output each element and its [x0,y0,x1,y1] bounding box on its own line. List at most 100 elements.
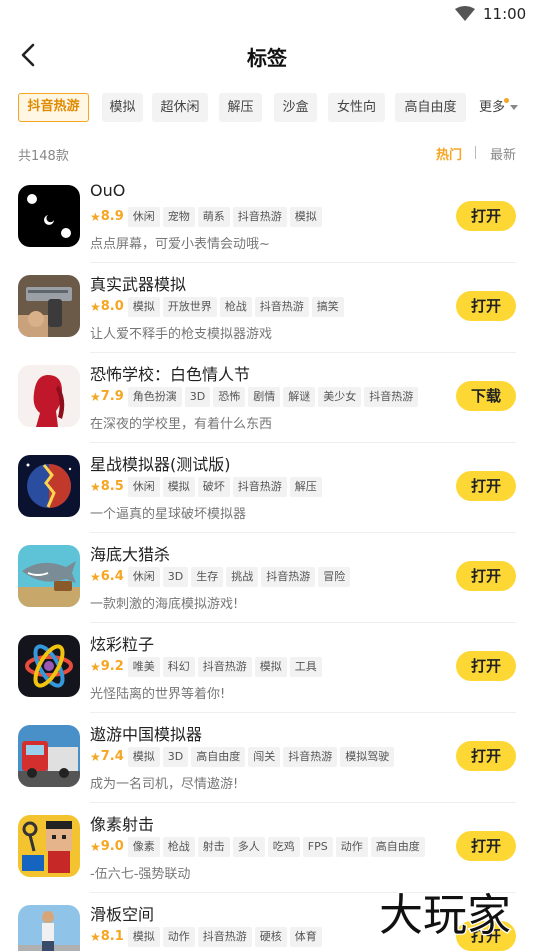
open-button[interactable]: 打开 [456,561,516,591]
game-tag: 动作 [335,836,368,857]
star-icon: ★ [90,209,101,224]
status-bar: 11:00 [0,0,534,30]
game-tag: 硬核 [254,926,287,947]
exploding-planet-icon [18,455,80,517]
game-tag: 抖音热游 [232,206,287,227]
tag-filter-bar: 抖音热游 模拟 超休闲 解压 沙盒 女性向 高自由度 更多 [18,93,528,123]
game-score: 9.0 [100,839,124,854]
game-tag: 抖音热游 [254,296,309,317]
game-score: 7.4 [100,749,124,764]
game-score: 8.0 [100,299,124,314]
header: 标签 [0,30,534,78]
new-dot-icon [504,98,509,103]
skater-icon [18,905,80,951]
list-item[interactable]: 像素射击 ★9.0 像素 枪战 射击 多人 吃鸡 FPS 动作 高自由度 -伍六七-强势联动 打… [0,803,534,893]
game-tag: 萌系 [197,206,230,227]
wifi-icon [455,6,475,21]
game-description: 光怪陆离的世界等着你! [90,687,226,702]
game-tag: 3D [162,746,189,767]
girl-silhouette-icon [18,365,80,427]
tag-high-freedom[interactable]: 高自由度 [395,93,466,122]
tag-douyin-hot[interactable]: 抖音热游 [18,93,89,122]
tag-simulation[interactable]: 模拟 [102,93,143,122]
status-time: 11:00 [483,5,527,23]
game-description: 成为一名司机，尽情遨游! [90,777,239,792]
watermark-logo: 大玩家 [378,889,513,943]
game-tag: 搞笑 [311,296,344,317]
star-icon: ★ [90,479,101,494]
game-meta: ★7.4 模拟 3D 高自由度 闯关 抖音热游 模拟驾驶 [90,746,397,767]
list-item[interactable]: 炫彩粒子 ★9.2 唯美 科幻 抖音热游 模拟 工具 光怪陆离的世界等着你! 打开 [0,623,534,713]
result-count: 共148款 [18,149,69,164]
list-item[interactable]: OuO ★8.9 休闲 宠物 萌系 抖音热游 模拟 点点屏幕，可爱小表情会动哦~ 打开 [0,173,534,263]
game-tag: 抖音热游 [232,476,287,497]
game-meta: ★8.1 模拟 动作 抖音热游 硬核 体育 [90,926,325,947]
game-score: 9.2 [100,659,124,674]
list-item[interactable]: 真实武器模拟 ★8.0 模拟 开放世界 枪战 抖音热游 搞笑 让人爱不释手的枪支模拟器游戏… [0,263,534,353]
game-tag: 解压 [289,476,322,497]
star-icon: ★ [90,749,101,764]
game-tag: 模拟 [127,926,160,947]
star-icon: ★ [90,839,101,854]
game-score: 6.4 [100,569,124,584]
game-score: 8.9 [100,209,124,224]
game-tag: 休闲 [127,206,160,227]
game-tag: 解谜 [283,386,316,407]
open-button[interactable]: 打开 [456,831,516,861]
game-meta: ★8.9 休闲 宠物 萌系 抖音热游 模拟 [90,206,325,227]
sort-new-tab[interactable]: 最新 [490,144,516,163]
tag-sandbox[interactable]: 沙盒 [274,93,317,122]
open-button[interactable]: 打开 [456,471,516,501]
sort-hot-tab[interactable]: 热门 [436,144,462,163]
game-description: 在深夜的学校里，有着什么东西 [90,417,273,432]
game-tag: 生存 [191,566,224,587]
shark-icon [18,545,80,607]
list-item[interactable]: 海底大猎杀 ★6.4 休闲 3D 生存 挑战 抖音热游 冒险 一款刺激的海底模拟游戏! 打开 [0,533,534,623]
game-tag: 抖音热游 [197,926,252,947]
list-item[interactable]: 遨游中国模拟器 ★7.4 模拟 3D 高自由度 闯关 抖音热游 模拟驾驶 成为一名司机，尽情… [0,713,534,803]
tags-more-button[interactable]: 更多 [479,93,518,122]
game-description: 点点屏幕，可爱小表情会动哦~ [90,237,270,252]
game-tag: 挑战 [226,566,259,587]
game-meta: ★9.2 唯美 科幻 抖音热游 模拟 工具 [90,656,325,677]
game-tag: 美少女 [318,386,362,407]
open-button[interactable]: 打开 [456,201,516,231]
list-item[interactable]: 星战模拟器(测试版) ★8.5 休闲 模拟 破坏 抖音热游 解压 一个逼真的星球破坏模拟器… [0,443,534,533]
game-tag: 动作 [162,926,195,947]
game-description: -伍六七-强势联动 [90,867,191,882]
game-tag: 开放世界 [162,296,217,317]
tag-female-oriented[interactable]: 女性向 [328,93,385,122]
game-description: 让人爱不释手的枪支模拟器游戏 [90,327,273,342]
game-tag: 模拟 [127,296,160,317]
page-title: 标签 [247,46,287,70]
game-name: 恐怖学校：白色情人节 [90,365,251,384]
game-tag: 抖音热游 [283,746,338,767]
sort-divider [475,146,476,159]
game-tag: 休闲 [127,476,160,497]
game-description: 一款刺激的海底模拟游戏! [90,597,239,612]
game-tag: 抖音热游 [261,566,316,587]
pistol-icon [18,275,80,337]
game-tag: 3D [184,386,211,407]
game-tag: 剧情 [248,386,281,407]
game-tag: 冒险 [318,566,351,587]
pixel-character-icon [18,815,80,877]
game-meta: ★9.0 像素 枪战 射击 多人 吃鸡 FPS 动作 高自由度 [90,836,428,857]
open-button[interactable]: 打开 [456,651,516,681]
game-score: 7.9 [100,389,124,404]
tag-hyper-casual[interactable]: 超休闲 [152,93,208,122]
open-button[interactable]: 打开 [456,741,516,771]
game-tag: 角色扮演 [127,386,182,407]
game-meta: ★8.0 模拟 开放世界 枪战 抖音热游 搞笑 [90,296,347,317]
tags-more-label: 更多 [479,100,506,115]
download-button[interactable]: 下载 [456,381,516,411]
open-button[interactable]: 打开 [456,291,516,321]
svg-text:大玩家: 大玩家 [379,890,511,941]
game-tag: 枪战 [219,296,252,317]
game-tag: 多人 [232,836,265,857]
star-icon: ★ [90,659,101,674]
list-item[interactable]: 恐怖学校：白色情人节 ★7.9 角色扮演 3D 恐怖 剧情 解谜 美少女 抖音热游 在深夜的学… [0,353,534,443]
tag-stress-relief[interactable]: 解压 [219,93,262,122]
game-tag: 模拟 [289,206,322,227]
game-tag: 模拟驾驶 [340,746,395,767]
